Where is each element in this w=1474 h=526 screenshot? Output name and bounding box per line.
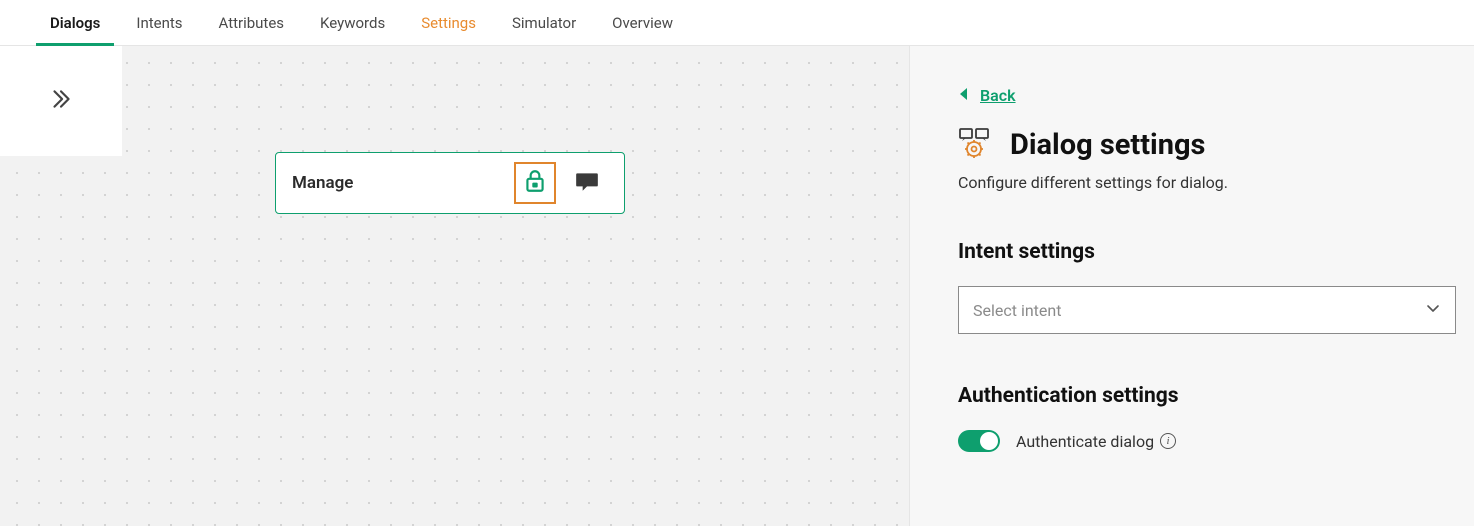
- tab-overview[interactable]: Overview: [598, 0, 687, 46]
- settings-panel: Back Dialog settings Configure different…: [909, 46, 1474, 526]
- info-icon[interactable]: i: [1160, 433, 1176, 449]
- panel-description: Configure different settings for dialog.: [958, 173, 1456, 192]
- chat-icon: [574, 168, 600, 198]
- intent-select-placeholder: Select intent: [973, 301, 1061, 320]
- auth-toggle-row: Authenticate dialog i: [958, 430, 1456, 452]
- chevron-double-right-icon: [48, 86, 74, 116]
- auth-toggle[interactable]: [958, 430, 1000, 452]
- dialog-canvas[interactable]: Manage: [0, 46, 909, 526]
- dialog-settings-icon: [958, 127, 990, 163]
- top-tabs: Dialogs Intents Attributes Keywords Sett…: [0, 0, 1474, 46]
- tab-keywords[interactable]: Keywords: [306, 0, 399, 46]
- tab-simulator[interactable]: Simulator: [498, 0, 590, 46]
- intent-settings-heading: Intent settings: [958, 240, 1456, 264]
- tab-dialogs[interactable]: Dialogs: [36, 0, 114, 46]
- panel-title: Dialog settings: [1010, 128, 1205, 162]
- tab-attributes[interactable]: Attributes: [205, 0, 299, 46]
- tab-settings[interactable]: Settings: [407, 0, 490, 46]
- chevron-down-icon: [1425, 300, 1441, 320]
- panel-expand-button[interactable]: [0, 46, 122, 156]
- dialog-node[interactable]: Manage: [275, 152, 625, 214]
- caret-left-icon: [958, 86, 970, 105]
- back-link[interactable]: Back: [958, 86, 1016, 105]
- intent-select[interactable]: Select intent: [958, 286, 1456, 334]
- panel-header: Dialog settings: [958, 127, 1456, 163]
- lock-icon: [522, 168, 548, 198]
- auth-lock-button[interactable]: [514, 162, 556, 204]
- auth-toggle-text: Authenticate dialog: [1016, 432, 1154, 451]
- chat-button[interactable]: [566, 162, 608, 204]
- auth-toggle-label: Authenticate dialog i: [1016, 432, 1176, 451]
- dialog-node-title: Manage: [292, 173, 504, 193]
- auth-settings-heading: Authentication settings: [958, 384, 1456, 408]
- back-label: Back: [980, 86, 1016, 105]
- tab-intents[interactable]: Intents: [122, 0, 196, 46]
